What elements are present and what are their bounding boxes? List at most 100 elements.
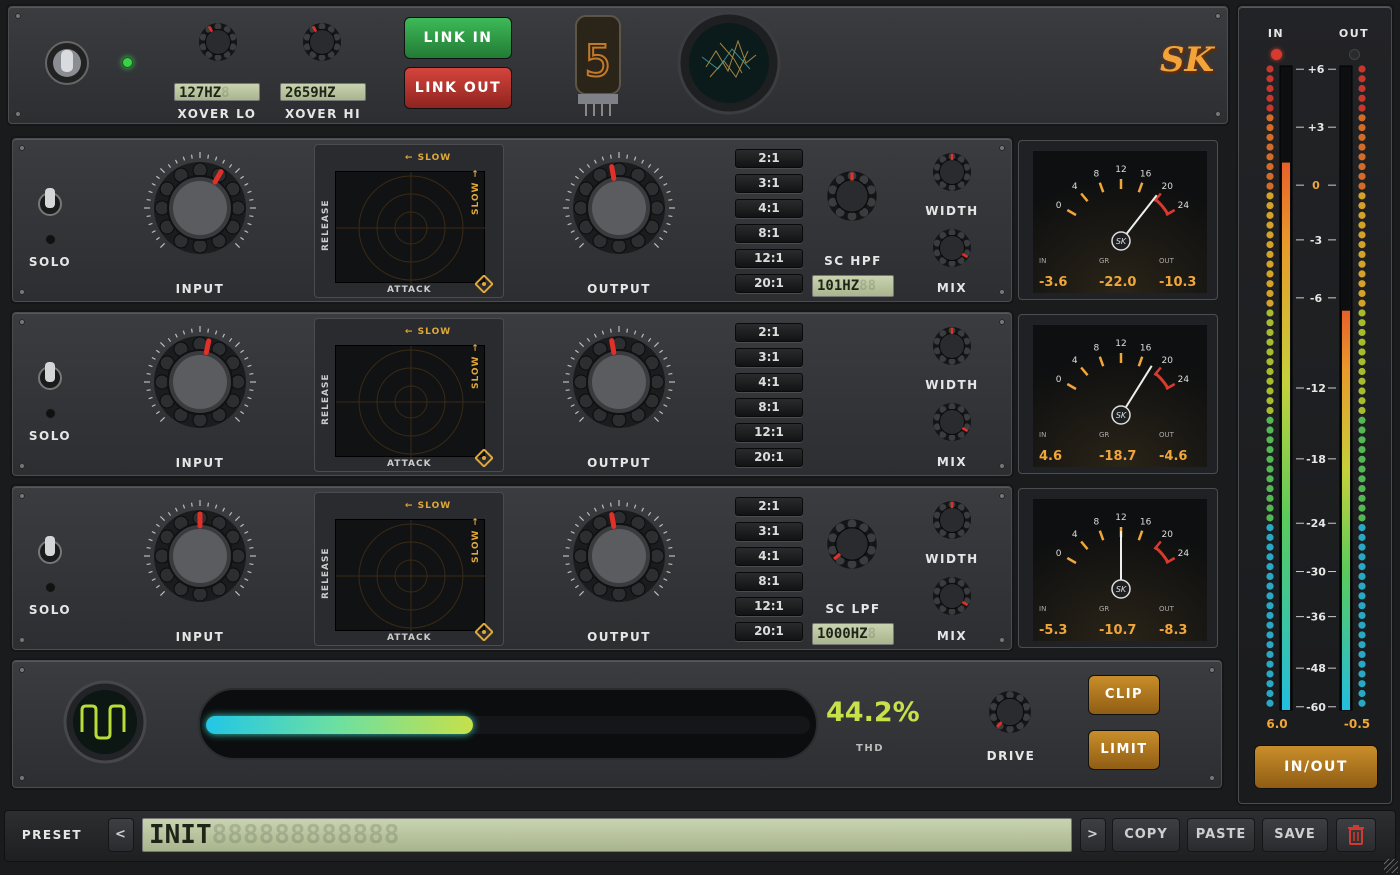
thd-track[interactable] [198,688,818,760]
output-label: OUTPUT [587,630,651,644]
preset-label: PRESET [21,828,83,842]
slow-side-label: SLOW → [471,168,481,215]
svg-text:16: 16 [1140,169,1152,179]
ratio-button[interactable]: 8:1 [735,224,803,243]
width-knob[interactable] [932,500,972,540]
limit-button[interactable]: LIMIT [1088,730,1160,770]
waveform-icon [63,680,147,764]
ratio-button[interactable]: 2:1 [735,149,803,168]
meter-in-readout: -3.6 [1039,275,1068,290]
preset-name-display[interactable]: INIT888888888888 [142,818,1072,852]
link-out-button[interactable]: LINK OUT [404,67,512,109]
ratio-button[interactable]: 20:1 [735,448,803,467]
sidechain-filter-display[interactable]: 1000HZ8 [812,623,894,645]
mix-knob[interactable] [932,402,972,442]
slow-top-label: ← SLOW [405,327,452,337]
slow-side-label: SLOW → [471,342,481,389]
thd-value: 44.2% [826,697,920,728]
solo-toggle[interactable] [37,184,63,224]
input-label: INPUT [175,456,225,470]
meter-gr-readout: -10.7 [1099,623,1137,638]
svg-text:24: 24 [1178,375,1190,385]
sidechain-filter-knob[interactable] [826,518,878,570]
diamond-handle-icon[interactable] [475,623,493,641]
meter-scale-label: -6 [1310,292,1323,305]
solo-toggle[interactable] [37,358,63,398]
delete-preset-button[interactable] [1336,818,1376,852]
ratio-button[interactable]: 3:1 [735,174,803,193]
xover-lo-knob[interactable] [198,22,238,62]
svg-text:4: 4 [1072,530,1078,540]
mix-label: MIX [936,281,968,295]
in-out-button[interactable]: IN/OUT [1254,745,1378,789]
svg-text:20: 20 [1162,530,1174,540]
meter-scale-label: -3 [1310,234,1322,247]
ratio-button[interactable]: 20:1 [735,274,803,293]
svg-text:SK: SK [1116,411,1127,420]
xover-hi-knob[interactable] [302,22,342,62]
preset-prev-button[interactable]: < [108,818,134,852]
meter-scale-label: -18 [1306,453,1326,466]
ratio-button[interactable]: 4:1 [735,199,803,218]
mix-knob[interactable] [932,576,972,616]
sidechain-filter-knob[interactable] [826,170,878,222]
attack-release-pad[interactable]: ← SLOW SLOW → RELEASE ATTACK [314,144,504,298]
meter-scale-label: -36 [1306,611,1326,624]
trash-icon [1348,825,1364,845]
svg-text:SK: SK [1116,585,1127,594]
input-knob[interactable] [144,326,256,438]
meter-out-caption: OUT [1159,257,1174,265]
width-knob[interactable] [932,326,972,366]
svg-text:12: 12 [1115,165,1126,175]
meter-gr-caption: GR [1099,431,1110,439]
sidechain-filter-display[interactable]: 101HZ88 [812,275,894,297]
power-toggle[interactable] [44,40,90,86]
width-knob[interactable] [932,152,972,192]
mix-knob[interactable] [932,228,972,268]
copy-button[interactable]: COPY [1112,818,1180,852]
xy-screen[interactable] [335,171,486,284]
diamond-handle-icon[interactable] [475,449,493,467]
ratio-button[interactable]: 4:1 [735,373,803,392]
meter-in-readout: -5.3 [1039,623,1068,638]
ratio-button[interactable]: 12:1 [735,249,803,268]
svg-text:24: 24 [1178,201,1190,211]
solo-label: SOLO [28,255,72,269]
ratio-button[interactable]: 8:1 [735,398,803,417]
svg-text:0: 0 [1056,549,1062,559]
output-knob[interactable] [563,500,675,612]
xy-screen[interactable] [335,519,486,632]
meter-out-value: -0.5 [1343,717,1371,731]
release-label: RELEASE [321,547,331,599]
attack-release-pad[interactable]: ← SLOW SLOW → RELEASE ATTACK [314,318,504,472]
preset-next-button[interactable]: > [1080,818,1106,852]
meter-gr-readout: -18.7 [1099,449,1137,464]
ratio-button[interactable]: 2:1 [735,497,803,516]
ratio-button[interactable]: 8:1 [735,572,803,591]
meter-out-readout: -4.6 [1159,449,1188,464]
ratio-button[interactable]: 2:1 [735,323,803,342]
meter-scale-label: -30 [1306,566,1326,579]
xover-lo-display[interactable]: 127HZ8 [174,83,260,101]
link-in-button[interactable]: LINK IN [404,17,512,59]
xover-hi-display[interactable]: 2659HZ [280,83,366,101]
input-knob[interactable] [144,500,256,612]
diamond-handle-icon[interactable] [475,275,493,293]
save-button[interactable]: SAVE [1262,818,1328,852]
paste-button[interactable]: PASTE [1187,818,1255,852]
output-knob[interactable] [563,326,675,438]
ratio-button[interactable]: 3:1 [735,522,803,541]
output-knob[interactable] [563,152,675,264]
ratio-button[interactable]: 12:1 [735,423,803,442]
ratio-button[interactable]: 4:1 [735,547,803,566]
ratio-button[interactable]: 12:1 [735,597,803,616]
ratio-button[interactable]: 20:1 [735,622,803,641]
resize-grip-icon[interactable] [1384,859,1398,873]
drive-knob[interactable] [988,690,1032,734]
xy-screen[interactable] [335,345,486,458]
solo-toggle[interactable] [37,532,63,572]
input-knob[interactable] [144,152,256,264]
clip-button[interactable]: CLIP [1088,675,1160,715]
ratio-button[interactable]: 3:1 [735,348,803,367]
attack-release-pad[interactable]: ← SLOW SLOW → RELEASE ATTACK [314,492,504,646]
